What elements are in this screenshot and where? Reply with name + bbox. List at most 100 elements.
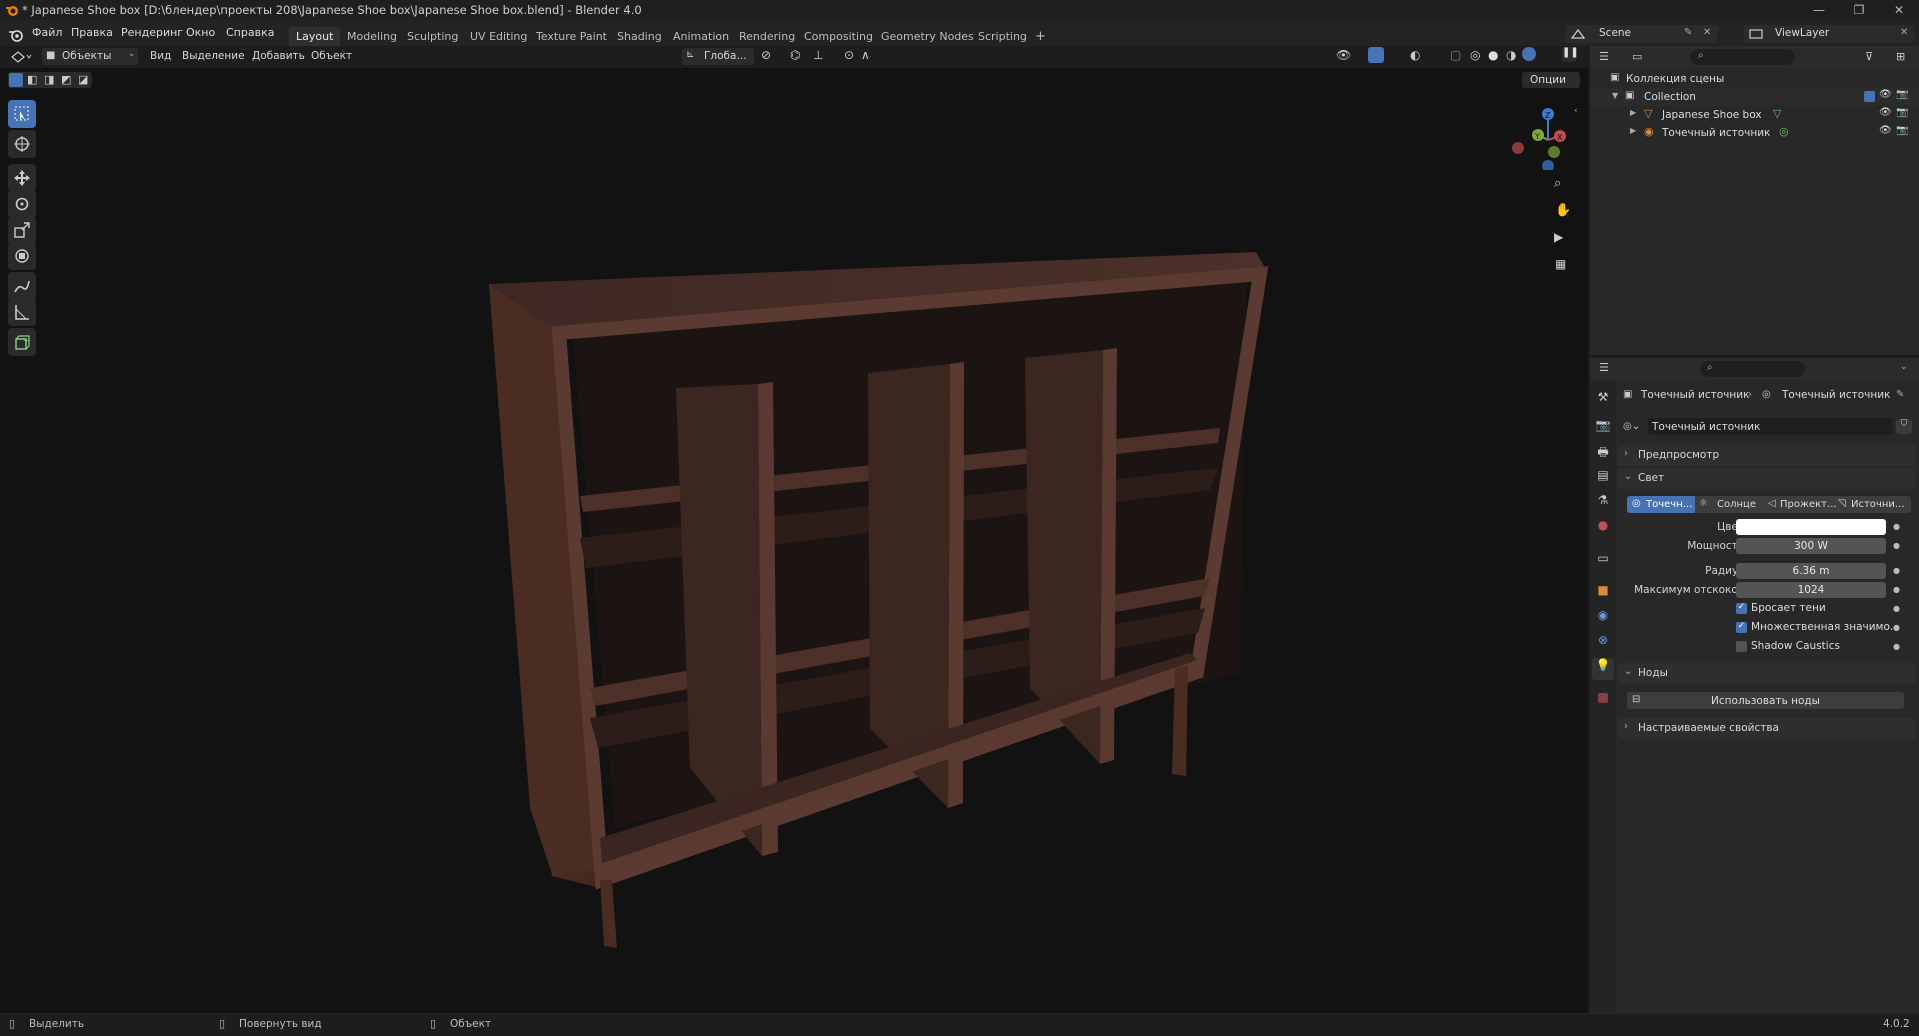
properties-search-input[interactable] xyxy=(1700,361,1805,377)
snap-target-icon[interactable]: ⊥ xyxy=(813,48,823,62)
xray-icon[interactable]: ▢ xyxy=(1450,48,1461,62)
menu-add[interactable]: Добавить xyxy=(252,50,305,62)
blender-menu-icon[interactable] xyxy=(8,28,24,42)
radius-field[interactable]: 6.36 m xyxy=(1736,563,1886,579)
menu-edit[interactable]: Правка xyxy=(71,26,113,39)
mesh-data-icon[interactable]: ▽ xyxy=(1773,107,1781,120)
new-collection-icon[interactable]: ⊞ xyxy=(1896,50,1905,63)
tab-animation[interactable]: Animation xyxy=(666,27,736,46)
light-type-spot-label[interactable]: Прожект... xyxy=(1780,499,1837,510)
section-light[interactable]: ⌄ Свет xyxy=(1618,468,1916,489)
power-field[interactable]: 300 W xyxy=(1736,538,1886,554)
keyframe-dot-icon[interactable]: ● xyxy=(1893,585,1900,594)
pin-icon[interactable]: ✎ xyxy=(1896,389,1904,400)
wireframe-shading-icon[interactable]: ◎ xyxy=(1470,48,1480,62)
collection-tab-icon[interactable]: ▭ xyxy=(1592,551,1614,573)
outliner-search-input[interactable] xyxy=(1690,49,1795,65)
eye-icon[interactable]: 👁 xyxy=(1879,107,1892,118)
keyframe-dot-icon[interactable]: ● xyxy=(1893,604,1900,613)
light-data-tab-icon[interactable]: 💡 xyxy=(1592,658,1614,680)
tab-compositing[interactable]: Compositing xyxy=(797,27,880,46)
menu-render[interactable]: Рендеринг xyxy=(121,26,183,39)
section-preview[interactable]: › Предпросмотр xyxy=(1618,445,1916,466)
color-swatch[interactable] xyxy=(1736,519,1886,535)
proportional-edit-icon[interactable]: ⊙ xyxy=(844,48,854,62)
expand-icon[interactable]: ▶ xyxy=(1630,108,1636,117)
close-icon[interactable]: ✕ xyxy=(1879,0,1919,20)
spot-light-icon[interactable]: ◁ xyxy=(1768,498,1776,509)
menu-file[interactable]: Файл xyxy=(32,26,62,39)
keyframe-dot-icon[interactable]: ● xyxy=(1893,566,1900,575)
area-light-icon[interactable]: ◹ xyxy=(1838,498,1846,509)
keyframe-dot-icon[interactable]: ● xyxy=(1893,623,1900,632)
physics-tab-icon[interactable]: ◉ xyxy=(1592,608,1614,630)
eye-icon[interactable]: 👁 xyxy=(1879,125,1892,136)
falloff-icon[interactable]: ∧ xyxy=(861,48,870,62)
gizmo-toggle-icon[interactable] xyxy=(1368,47,1384,63)
maximize-icon[interactable]: ❐ xyxy=(1839,0,1879,20)
shadow-caustics-checkbox[interactable] xyxy=(1736,641,1747,652)
menu-window[interactable]: Окно xyxy=(186,26,215,39)
scene-tab-icon[interactable]: ⚗ xyxy=(1592,493,1614,515)
scene-selector[interactable] xyxy=(1566,25,1718,43)
close-scene-icon[interactable]: ✕ xyxy=(1703,27,1711,38)
camera-render-icon[interactable]: 📷 xyxy=(1896,107,1908,118)
overlay-icon[interactable]: ◐ xyxy=(1410,48,1420,62)
keyframe-dot-icon[interactable]: ● xyxy=(1893,642,1900,651)
minimize-icon[interactable]: — xyxy=(1799,0,1839,20)
chevron-down-icon[interactable]: ⌄ xyxy=(1900,362,1908,372)
material-shading-icon[interactable]: ◑ xyxy=(1506,48,1516,62)
tab-layout[interactable]: Layout xyxy=(289,27,341,46)
section-nodes[interactable]: ⌄ Ноды xyxy=(1618,663,1916,684)
display-mode-icon[interactable]: ▭ xyxy=(1632,50,1642,63)
view-layer-tab-icon[interactable]: ▤ xyxy=(1592,468,1614,490)
add-workspace-button[interactable]: + xyxy=(1028,27,1053,46)
tab-geometry-nodes[interactable]: Geometry Nodes xyxy=(874,27,981,46)
pin-icon[interactable]: ✎ xyxy=(1684,27,1692,38)
outliner-editor-type-icon[interactable]: ☰ xyxy=(1599,50,1609,63)
editor-type-icon[interactable] xyxy=(10,50,32,64)
tab-texture-paint[interactable]: Texture Paint xyxy=(529,27,614,46)
tool-tab-icon[interactable]: ⚒ xyxy=(1592,390,1614,412)
visibility-icon[interactable]: 👁 xyxy=(1336,48,1351,62)
output-tab-icon[interactable]: 🖶 xyxy=(1592,443,1614,465)
tab-sculpting[interactable]: Sculpting xyxy=(400,27,465,46)
tab-shading[interactable]: Shading xyxy=(610,27,669,46)
render-tab-icon[interactable]: 📷 xyxy=(1592,418,1614,440)
object-tab-icon[interactable]: ■ xyxy=(1592,583,1614,605)
light-type-sun-label[interactable]: Солнце xyxy=(1717,499,1756,510)
filter-icon[interactable]: ⊽ xyxy=(1865,50,1873,63)
tab-modeling[interactable]: Modeling xyxy=(340,27,404,46)
rendered-shading-icon[interactable] xyxy=(1522,47,1536,61)
light-type-area-label[interactable]: Источни... xyxy=(1851,499,1904,510)
camera-render-icon[interactable]: 📷 xyxy=(1896,125,1908,136)
properties-editor-type-icon[interactable]: ☰ xyxy=(1599,361,1609,374)
menu-select[interactable]: Выделение xyxy=(182,50,245,62)
solid-shading-icon[interactable]: ● xyxy=(1488,48,1498,62)
pause-render-icon[interactable]: ❚❚ xyxy=(1562,47,1579,62)
eye-icon[interactable]: 👁 xyxy=(1879,89,1892,100)
close-viewlayer-icon[interactable]: ✕ xyxy=(1900,27,1908,38)
fake-user-icon[interactable]: ⛉ xyxy=(1896,419,1912,434)
pivot-icon[interactable]: ⊘ xyxy=(761,48,771,62)
keyframe-dot-icon[interactable]: ● xyxy=(1893,522,1900,531)
expand-icon[interactable]: ▼ xyxy=(1612,91,1618,100)
exclude-checkbox[interactable] xyxy=(1864,91,1875,102)
menu-object[interactable]: Объект xyxy=(311,50,352,62)
constraints-tab-icon[interactable]: ⊗ xyxy=(1592,633,1614,655)
section-custom-properties[interactable]: › Настраиваемые свойства xyxy=(1618,718,1916,739)
snap-icon[interactable]: ⌬ xyxy=(790,48,800,62)
3d-viewport[interactable]: ◧ ◨ ◩ ◪ Опции + X Y Z ‹ ⌕ ✋ ▶ ▦ xyxy=(0,68,1588,1013)
shoe-box-model[interactable] xyxy=(0,68,1588,1013)
tab-scripting[interactable]: Scripting xyxy=(971,27,1034,46)
texture-tab-icon[interactable]: ▩ xyxy=(1592,690,1614,712)
menu-help[interactable]: Справка xyxy=(226,26,274,39)
tab-rendering[interactable]: Rendering xyxy=(732,27,802,46)
expand-icon[interactable]: ▶ xyxy=(1630,126,1636,135)
camera-render-icon[interactable]: 📷 xyxy=(1896,89,1908,100)
sun-light-icon[interactable]: ☼ xyxy=(1699,498,1708,509)
light-data-icon[interactable]: ◎ xyxy=(1779,125,1789,138)
keyframe-dot-icon[interactable]: ● xyxy=(1893,541,1900,550)
max-bounces-field[interactable]: 1024 xyxy=(1736,582,1886,598)
light-datablock-icon[interactable]: ◎⌄ xyxy=(1623,421,1640,432)
